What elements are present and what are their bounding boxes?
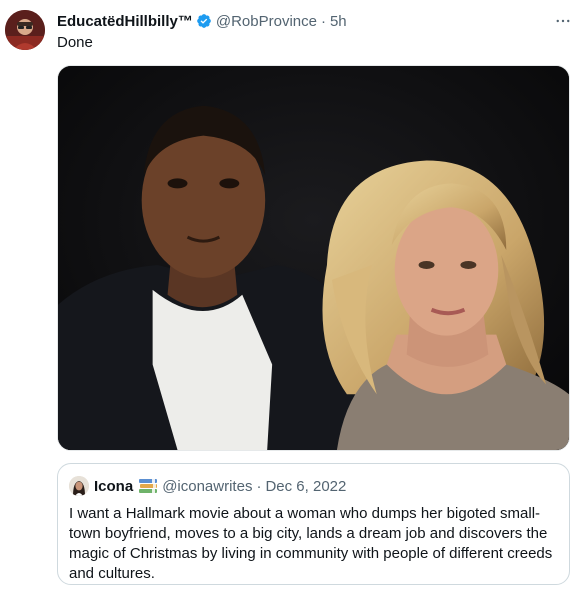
author-avatar-image [5,10,45,50]
tweet-header: EducatëdHillbilly™ @RobProvince · 5h [57,11,347,31]
author-handle[interactable]: @RobProvince [216,13,317,30]
more-options-button[interactable] [552,10,574,32]
quoted-author-handle[interactable]: @iconawrites [162,478,252,495]
quoted-tweet-text: I want a Hallmark movie about a woman wh… [69,505,553,582]
quoted-avatar-image [69,476,89,496]
quoted-tweet-header: Icona @iconawrites · Dec 6, 2022 [69,476,346,496]
quoted-tweet-date[interactable]: Dec 6, 2022 [265,478,346,495]
verified-badge-icon [196,13,212,29]
tweet-photo[interactable] [57,65,570,451]
separator-dot: · [320,12,326,30]
author-display-name[interactable]: EducatëdHillbilly™ [57,13,193,30]
quoted-separator-dot: · [256,477,262,495]
books-emoji-icon [138,478,158,494]
tweet-timestamp[interactable]: 5h [330,13,347,30]
quoted-author-display-name[interactable]: Icona [94,478,133,495]
quoted-tweet[interactable]: Icona @iconawrites · Dec 6, 2022 I want … [57,463,570,585]
tweet: EducatëdHillbilly™ @RobProvince · 5h Don… [0,0,588,594]
tweet-text: Done [57,34,93,51]
photo-image [58,66,569,450]
more-horizontal-icon [556,19,570,23]
author-avatar[interactable] [5,10,45,50]
quoted-author-avatar[interactable] [69,476,89,496]
